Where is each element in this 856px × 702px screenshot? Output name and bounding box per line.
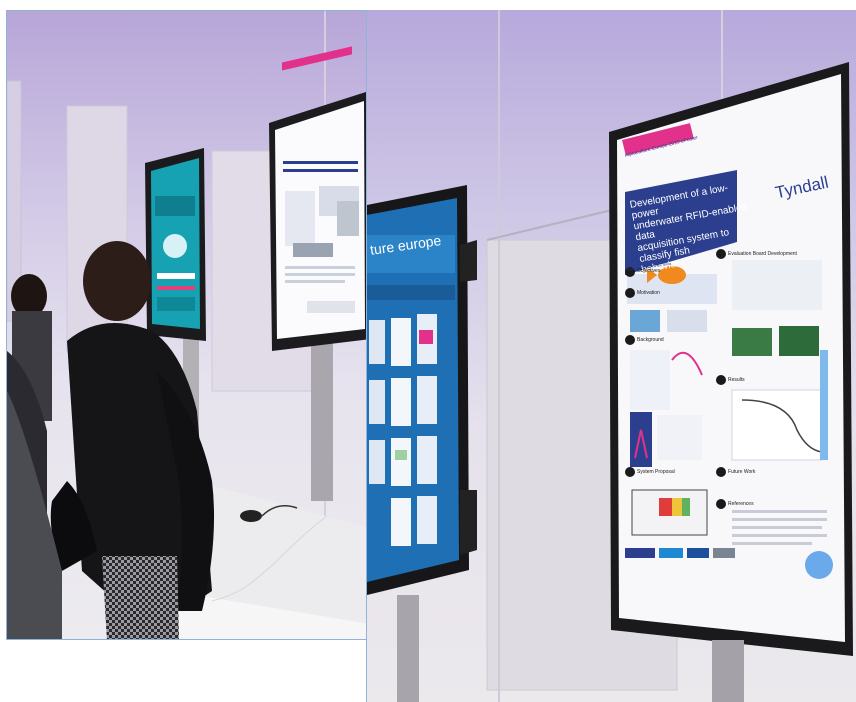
poster-section-system-proposal: System Proposal [637, 469, 675, 475]
monitor-bracket [460, 490, 477, 555]
visitor-people-left [7, 274, 62, 639]
mouse [240, 510, 262, 522]
poster-section-results: Results [728, 377, 745, 383]
right-photo-scene [367, 10, 853, 702]
monitor-large [269, 46, 371, 351]
monitor-stand [311, 341, 333, 501]
poster-section-evaluation: Evaluation Board Development [728, 251, 797, 257]
poster-section-objectives: Objectives [637, 268, 661, 274]
monitor-stand [712, 640, 744, 702]
monitor-small [145, 148, 206, 341]
left-photo [6, 10, 381, 640]
poster-section-background: Background [637, 337, 664, 343]
left-photo-scene [7, 11, 380, 639]
poster-section-references: References [728, 501, 754, 507]
monitor-bracket [460, 240, 477, 282]
poster-section-motivation: Motivation [637, 290, 660, 296]
poster-section-future-work: Future Work [728, 469, 756, 475]
monitor-stand [397, 595, 419, 702]
right-photo: Development of a low-power underwater RF… [366, 10, 856, 702]
